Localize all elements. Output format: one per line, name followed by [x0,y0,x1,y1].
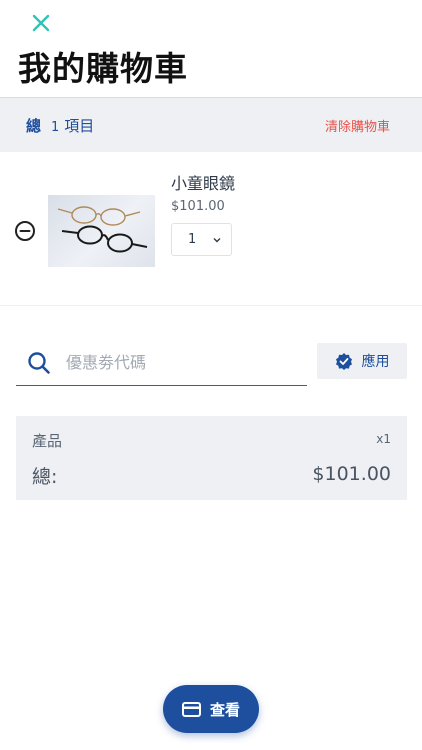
search-icon [28,351,50,374]
products-label: 產品 [32,432,63,450]
close-icon [32,14,50,32]
coupon-field [16,340,307,386]
summary-items-label: 項目 [64,116,95,135]
cart-page: 我的購物車 總 1 項目 清除購物車 小童眼鏡 $101.00 1 優惠劵代碼 … [0,0,422,750]
product-image [48,195,155,267]
page-title: 我的購物車 [18,49,188,88]
item-summary: 總 1 項目 [26,115,94,136]
summary-total-label: 總 [26,116,42,135]
eyeglasses-image [57,206,148,253]
checkout-label: 查看 [209,700,240,719]
quantity-select[interactable]: 1 [171,223,232,256]
chevron-down-icon [213,238,221,243]
checkout-button[interactable]: 查看 [163,685,259,733]
quantity-value: 1 [188,232,197,247]
product-name: 小童眼鏡 [171,174,236,193]
order-totals: 產品 x1 總: $101.00 [16,416,407,500]
apply-coupon-button[interactable]: 應用 [317,343,407,379]
clear-cart-link[interactable]: 清除購物車 [325,116,390,135]
summary-item-count: 1 [51,119,60,135]
total-label: 總: [32,466,58,488]
apply-label: 應用 [361,354,390,370]
remove-item-button[interactable] [14,220,36,242]
credit-card-icon [181,701,201,717]
product-price: $101.00 [171,199,225,214]
cart-item: 小童眼鏡 $101.00 1 [0,152,422,306]
coupon-input[interactable] [66,353,296,372]
cart-summary-bar: 總 1 項目 清除購物車 [0,97,422,152]
verified-check-icon [335,353,352,370]
minus-circle-icon [15,221,35,241]
close-button[interactable] [28,10,54,36]
total-value: $101.00 [312,463,391,485]
products-count: x1 [376,432,391,446]
